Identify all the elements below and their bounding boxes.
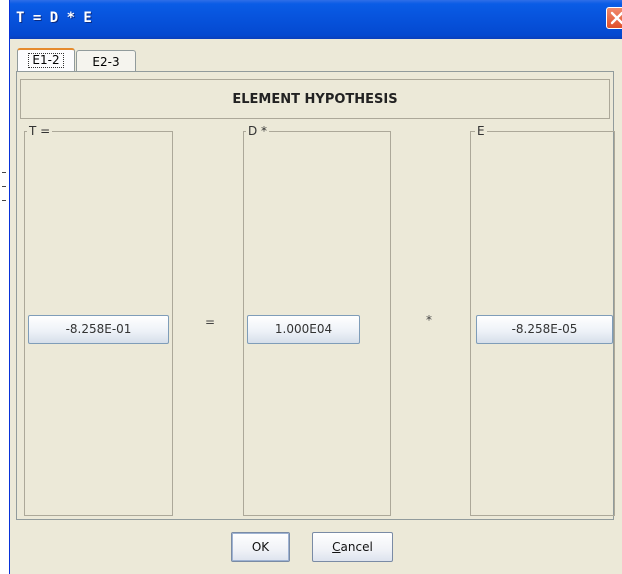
panel-heading: ELEMENT HYPOTHESIS [232, 92, 398, 107]
window-title: T = D * E [16, 10, 92, 26]
close-icon [610, 11, 622, 25]
background-edge [0, 0, 9, 574]
tab-e1-2[interactable]: E1-2 [17, 48, 75, 71]
e-value-button[interactable]: -8.258E-05 [476, 315, 613, 344]
t-value-button[interactable]: -8.258E-01 [28, 315, 169, 344]
heading-box: ELEMENT HYPOTHESIS [20, 79, 610, 119]
equals-operator: = [205, 315, 216, 329]
close-button[interactable] [606, 7, 622, 29]
dialog-footer: OK Cancel [10, 520, 622, 574]
group-d-title: D * [246, 124, 270, 138]
times-operator: * [426, 313, 432, 327]
tab-e2-3[interactable]: E2-3 [76, 50, 136, 71]
cancel-label: ancel [340, 540, 373, 554]
ok-button[interactable]: OK [231, 532, 290, 562]
group-d: D * 1.000E04 [243, 124, 391, 516]
tab-panel: ELEMENT HYPOTHESIS T = -8.258E-01 = D * … [16, 71, 615, 520]
cancel-mnemonic: C [332, 540, 341, 554]
group-t-title: T = [27, 124, 53, 138]
group-e: E -8.258E-05 [470, 124, 615, 516]
title-bar[interactable]: T = D * E [10, 0, 622, 39]
dialog-window: T = D * E E1-2 E2-3 ELEMENT HYPOTHESIS T… [9, 0, 622, 574]
group-t: T = -8.258E-01 [24, 124, 173, 516]
d-value-button[interactable]: 1.000E04 [247, 315, 360, 344]
group-e-title: E [475, 124, 487, 138]
tab-label: E2-3 [92, 55, 120, 69]
tab-strip: E1-2 E2-3 [10, 39, 622, 71]
cancel-button[interactable]: Cancel [312, 532, 393, 562]
tab-label: E1-2 [28, 53, 64, 68]
